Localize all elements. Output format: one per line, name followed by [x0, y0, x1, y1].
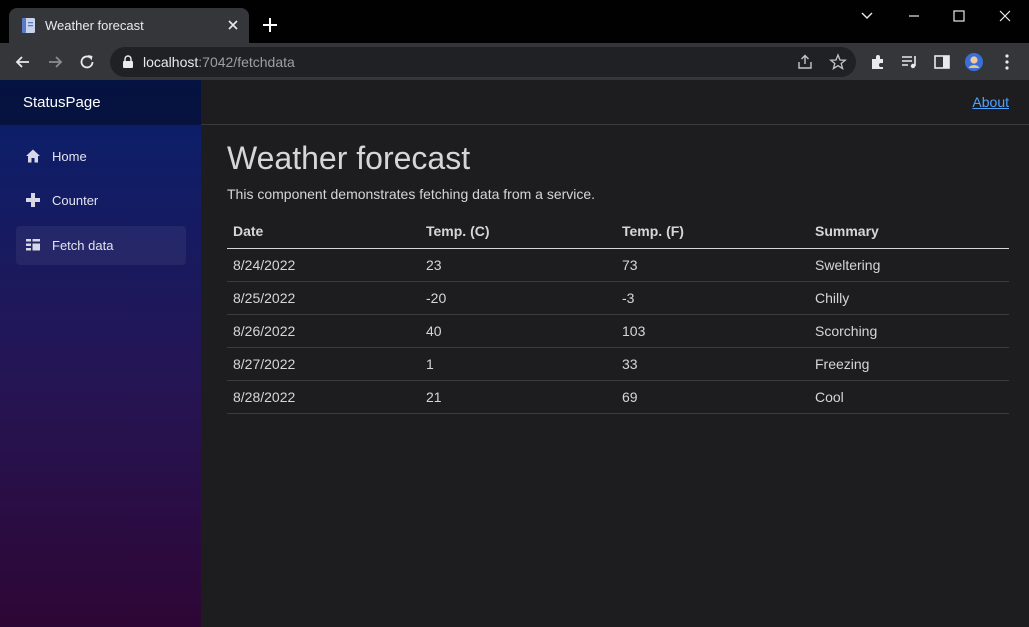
cell-temp-f: -3: [616, 281, 809, 315]
sidebar-item-label: Fetch data: [52, 238, 114, 253]
cell-temp-c: 40: [420, 314, 616, 348]
cell-summary: Chilly: [809, 281, 1009, 315]
sidebar-item-label: Home: [52, 149, 87, 164]
table-row: 8/24/2022 23 73 Sweltering: [227, 248, 1009, 282]
cell-temp-f: 103: [616, 314, 809, 348]
cell-temp-c: 21: [420, 380, 616, 414]
main-content: About Weather forecast This component de…: [201, 80, 1029, 627]
lock-icon[interactable]: [122, 55, 134, 69]
list-icon: [26, 239, 40, 251]
cell-date: 8/26/2022: [227, 314, 420, 348]
close-tab-icon[interactable]: [225, 17, 241, 33]
address-bar[interactable]: localhost:7042/fetchdata: [110, 47, 856, 77]
page-intro: This component demonstrates fetching dat…: [227, 186, 596, 202]
share-icon[interactable]: [796, 53, 814, 71]
sidebar-item-home[interactable]: Home: [16, 137, 186, 176]
sidebar-item-fetch-data[interactable]: Fetch data: [16, 226, 186, 265]
browser-title-bar: Weather forecast: [0, 0, 1029, 43]
forecast-table: Date Temp. (C) Temp. (F) Summary 8/24/20…: [227, 215, 1009, 414]
about-link[interactable]: About: [972, 94, 1009, 110]
back-arrow-icon[interactable]: [13, 52, 33, 72]
plus-icon: [26, 193, 40, 207]
app-brand[interactable]: StatusPage: [23, 94, 101, 111]
browser-toolbar: localhost:7042/fetchdata: [0, 43, 1029, 80]
cell-summary: Sweltering: [809, 248, 1009, 282]
tab-title: Weather forecast: [45, 18, 144, 33]
app-root: StatusPage Home Counter Fetch data About…: [0, 80, 1029, 627]
cell-date: 8/24/2022: [227, 248, 420, 282]
url-text: localhost:7042/fetchdata: [143, 54, 295, 70]
page-icon: [22, 18, 35, 33]
cell-summary: Cool: [809, 380, 1009, 414]
forward-arrow-icon[interactable]: [45, 52, 65, 72]
cell-temp-f: 33: [616, 347, 809, 381]
url-host: localhost: [143, 54, 199, 70]
table-header-row: Date Temp. (C) Temp. (F) Summary: [227, 215, 1009, 249]
page-title: Weather forecast: [227, 140, 471, 176]
column-header-temp-f: Temp. (F): [616, 215, 809, 249]
cell-date: 8/27/2022: [227, 347, 420, 381]
top-row: About: [201, 80, 1029, 125]
minimize-icon[interactable]: [905, 7, 923, 25]
table-row: 8/27/2022 1 33 Freezing: [227, 347, 1009, 381]
bookmark-star-icon[interactable]: [829, 53, 847, 71]
cell-date: 8/25/2022: [227, 281, 420, 315]
extensions-puzzle-icon[interactable]: [868, 52, 888, 72]
cell-summary: Freezing: [809, 347, 1009, 381]
column-header-summary: Summary: [809, 215, 1009, 249]
cell-summary: Scorching: [809, 314, 1009, 348]
cell-temp-c: 23: [420, 248, 616, 282]
cell-temp-f: 73: [616, 248, 809, 282]
maximize-icon[interactable]: [950, 7, 968, 25]
brand-bar: StatusPage: [0, 80, 201, 125]
url-path: :7042/fetchdata: [198, 54, 295, 70]
close-window-icon[interactable]: [996, 7, 1014, 25]
browser-tab-active[interactable]: Weather forecast: [9, 8, 249, 43]
cell-temp-c: 1: [420, 347, 616, 381]
media-queue-icon[interactable]: [900, 52, 920, 72]
sidebar-item-label: Counter: [52, 193, 99, 208]
home-icon: [26, 149, 40, 163]
profile-avatar-icon[interactable]: [964, 52, 984, 72]
side-panel-icon[interactable]: [932, 52, 952, 72]
cell-temp-f: 69: [616, 380, 809, 414]
tab-search-chevron-icon[interactable]: [858, 7, 876, 25]
column-header-date: Date: [227, 215, 420, 249]
column-header-temp-c: Temp. (C): [420, 215, 616, 249]
cell-temp-c: -20: [420, 281, 616, 315]
sidebar: StatusPage Home Counter Fetch data: [0, 80, 201, 627]
sidebar-item-counter[interactable]: Counter: [16, 181, 186, 220]
table-row: 8/25/2022 -20 -3 Chilly: [227, 281, 1009, 315]
chrome-menu-icon[interactable]: [997, 52, 1017, 72]
new-tab-icon[interactable]: [262, 17, 278, 33]
cell-date: 8/28/2022: [227, 380, 420, 414]
table-row: 8/26/2022 40 103 Scorching: [227, 314, 1009, 348]
reload-icon[interactable]: [77, 52, 97, 72]
table-row: 8/28/2022 21 69 Cool: [227, 380, 1009, 414]
